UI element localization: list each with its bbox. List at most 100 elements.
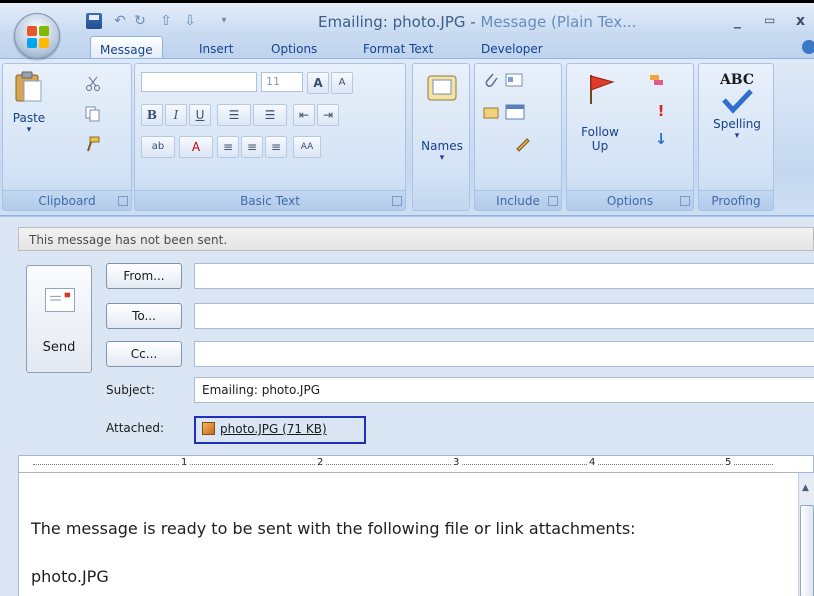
bullets-button[interactable]: ☰ bbox=[217, 104, 251, 126]
body-line-2: photo.JPG bbox=[31, 567, 109, 586]
follow-up-label-2: Up bbox=[591, 139, 609, 153]
attach-item-icon[interactable] bbox=[483, 104, 499, 120]
follow-up-label-1: Follow bbox=[581, 125, 619, 139]
basic-text-launcher-icon[interactable] bbox=[392, 196, 402, 206]
italic-button[interactable]: I bbox=[165, 104, 187, 126]
save-icon[interactable] bbox=[86, 13, 102, 29]
copy-icon[interactable] bbox=[85, 106, 101, 122]
styles-button[interactable]: AA bbox=[293, 136, 321, 158]
basic-text-label: Basic Text bbox=[135, 190, 405, 210]
quick-access-toolbar: ↶ ↻ ⇧ ⇩ ▾ bbox=[82, 9, 302, 35]
subject-label: Subject: bbox=[106, 383, 155, 397]
abc-label: ABC bbox=[719, 72, 755, 88]
options-group: Follow Up ! ↓ Options bbox=[566, 63, 694, 211]
down-arrow-icon[interactable]: ⇩ bbox=[182, 13, 198, 29]
body-line-1: The message is ready to be sent with the… bbox=[31, 519, 636, 538]
title-document: Emailing: photo.JPG bbox=[318, 13, 466, 31]
basic-text-group: 11 A A B I U ☰ ☰ ⇤ ⇥ ab A ≡ ≡ ≡ AA Basic… bbox=[134, 63, 406, 211]
calendar-icon[interactable] bbox=[505, 104, 525, 120]
spelling-button[interactable]: ABC Spelling ▾ bbox=[703, 72, 771, 141]
ruler-mark-4: 4 bbox=[587, 457, 598, 468]
maximize-button[interactable]: ▭ bbox=[764, 13, 775, 27]
message-body[interactable]: The message is ready to be sent with the… bbox=[18, 473, 798, 596]
high-importance-icon[interactable]: ! bbox=[653, 102, 669, 120]
scrollbar-thumb[interactable] bbox=[800, 505, 814, 596]
flag-icon bbox=[590, 75, 615, 104]
minimize-button[interactable]: _ bbox=[734, 13, 741, 29]
message-area: This message has not been sent. Send Fro… bbox=[0, 216, 814, 596]
clipboard-group: Paste ▾ Clipboard bbox=[2, 63, 132, 211]
font-name-combo[interactable] bbox=[141, 72, 257, 92]
send-envelope-icon bbox=[45, 288, 75, 312]
categorize-icon[interactable] bbox=[649, 72, 671, 88]
names-group: Names ▾ bbox=[412, 63, 470, 211]
align-left-button[interactable]: ≡ bbox=[217, 136, 239, 158]
increase-indent-button[interactable]: ⇥ bbox=[317, 104, 339, 126]
grow-font-button[interactable]: A bbox=[307, 72, 329, 94]
cc-button[interactable]: Cc... bbox=[106, 341, 182, 367]
info-bar: This message has not been sent. bbox=[18, 227, 814, 251]
ruler: 1 2 3 4 5 bbox=[18, 455, 814, 473]
to-button[interactable]: To... bbox=[106, 303, 182, 329]
underline-button[interactable]: U bbox=[189, 104, 211, 126]
ruler-mark-5: 5 bbox=[723, 457, 734, 468]
shrink-font-button[interactable]: A bbox=[331, 72, 353, 94]
address-book-button[interactable]: Names ▾ bbox=[417, 72, 467, 163]
office-button[interactable] bbox=[14, 13, 60, 59]
cut-icon[interactable] bbox=[85, 76, 101, 92]
font-color-button[interactable]: A bbox=[179, 136, 213, 158]
ruler-mark-1: 1 bbox=[179, 457, 190, 468]
options-launcher-icon[interactable] bbox=[680, 196, 690, 206]
attachment-highlight: photo.JPG (71 KB) bbox=[194, 416, 366, 444]
align-right-button[interactable]: ≡ bbox=[265, 136, 287, 158]
from-field[interactable] bbox=[194, 263, 814, 289]
scroll-up-icon[interactable]: ▲ bbox=[802, 483, 809, 493]
cc-field[interactable] bbox=[194, 341, 814, 367]
vertical-scrollbar[interactable]: ▲ bbox=[798, 473, 814, 596]
undo-icon[interactable]: ↶ bbox=[112, 13, 128, 29]
include-launcher-icon[interactable] bbox=[548, 196, 558, 206]
clipboard-label: Clipboard bbox=[3, 190, 131, 210]
ruler-mark-2: 2 bbox=[315, 457, 326, 468]
options-label: Options bbox=[567, 190, 693, 210]
qat-customize-icon[interactable]: ▾ bbox=[216, 13, 232, 29]
numbering-button[interactable]: ☰ bbox=[253, 104, 287, 126]
send-label: Send bbox=[42, 340, 76, 355]
title-separator: - bbox=[465, 13, 481, 31]
paste-icon bbox=[15, 71, 42, 102]
names-dropdown-icon[interactable]: ▾ bbox=[417, 153, 467, 163]
paste-dropdown-icon[interactable]: ▾ bbox=[5, 125, 53, 135]
decrease-indent-button[interactable]: ⇤ bbox=[293, 104, 315, 126]
attachment-item[interactable]: photo.JPG (71 KB) bbox=[202, 422, 327, 436]
subject-field[interactable]: Emailing: photo.JPG bbox=[194, 377, 814, 403]
paste-label: Paste bbox=[12, 111, 46, 125]
low-importance-icon[interactable]: ↓ bbox=[653, 130, 669, 148]
business-card-icon[interactable] bbox=[505, 72, 527, 88]
spelling-dropdown-icon[interactable]: ▾ bbox=[703, 131, 771, 141]
up-arrow-icon[interactable]: ⇧ bbox=[158, 13, 174, 29]
send-button[interactable]: Send bbox=[26, 265, 92, 373]
redo-icon[interactable]: ↻ bbox=[132, 13, 148, 29]
close-button[interactable]: x bbox=[796, 13, 805, 29]
attachment-name: photo.JPG (71 KB) bbox=[220, 422, 327, 436]
from-button[interactable]: From... bbox=[106, 263, 182, 289]
signature-icon[interactable] bbox=[515, 136, 531, 152]
to-field[interactable] bbox=[194, 303, 814, 329]
ribbon: Paste ▾ Clipboard 11 A A B I U ☰ ☰ ⇤ ⇥ a… bbox=[0, 58, 814, 216]
format-painter-icon[interactable] bbox=[85, 136, 101, 152]
ruler-scale bbox=[33, 464, 773, 465]
font-size-combo[interactable]: 11 bbox=[261, 72, 303, 92]
clipboard-launcher-icon[interactable] bbox=[118, 196, 128, 206]
follow-up-button[interactable]: Follow Up bbox=[571, 72, 629, 153]
help-icon[interactable] bbox=[802, 40, 814, 54]
window-title: Emailing: photo.JPG - Message (Plain Tex… bbox=[318, 13, 636, 31]
attach-file-icon[interactable] bbox=[483, 72, 499, 88]
paste-button[interactable]: Paste ▾ bbox=[5, 70, 53, 135]
align-center-button[interactable]: ≡ bbox=[241, 136, 263, 158]
proofing-label: Proofing bbox=[699, 190, 773, 210]
ruler-mark-3: 3 bbox=[451, 457, 462, 468]
include-group: Include bbox=[474, 63, 562, 211]
bold-button[interactable]: B bbox=[141, 104, 163, 126]
office-logo-icon bbox=[27, 26, 49, 48]
highlight-button[interactable]: ab bbox=[141, 136, 175, 158]
